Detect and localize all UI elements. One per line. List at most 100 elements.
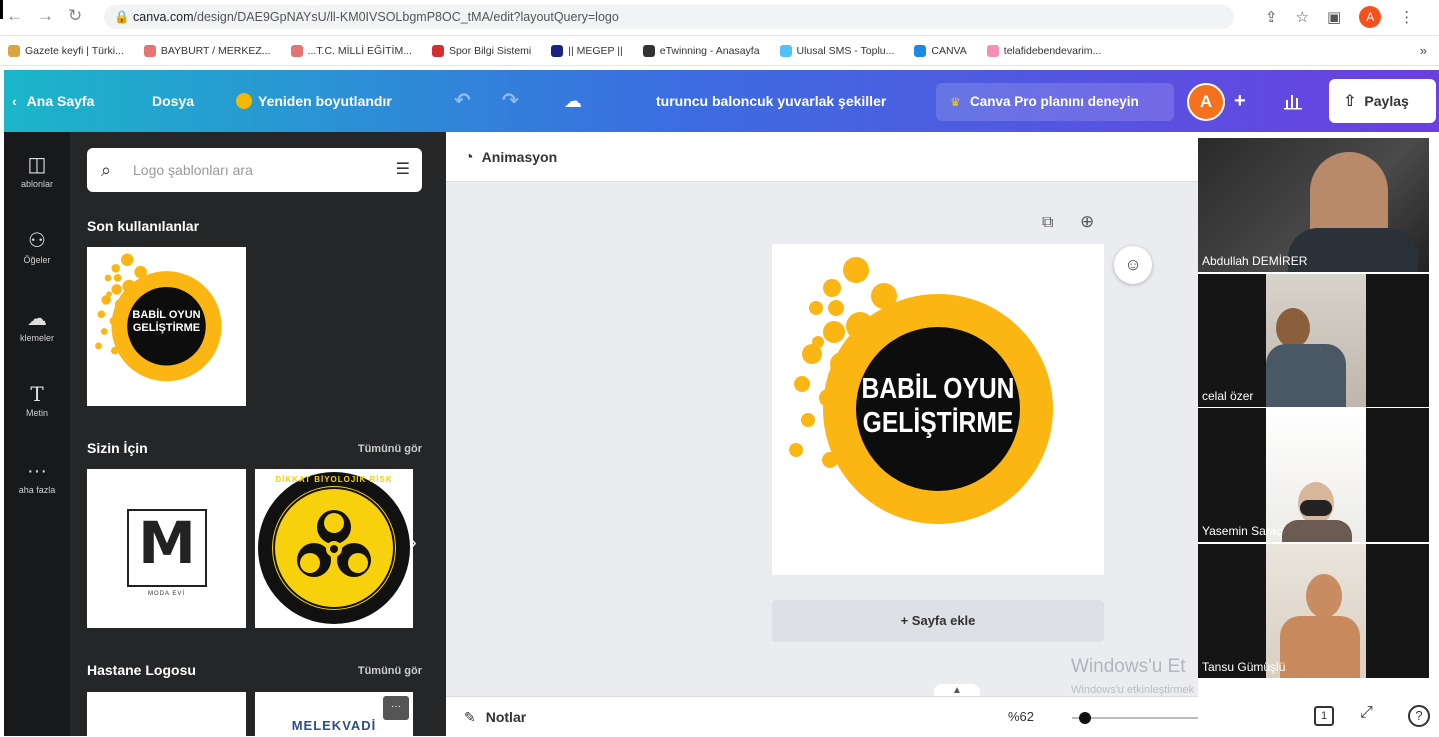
lock-icon: 🔒 bbox=[114, 10, 134, 24]
participant-video-3 bbox=[1266, 408, 1366, 542]
rail-item-more[interactable]: ··· aha fazla bbox=[4, 460, 70, 495]
rail-item-text[interactable]: T Metin bbox=[4, 382, 70, 418]
home-button[interactable]: ‹ Ana Sayfa bbox=[12, 70, 94, 132]
more-options-icon[interactable]: ··· bbox=[383, 696, 409, 720]
bookmark-item[interactable]: ...T.C. MİLLİ EĞİTİM... bbox=[290, 44, 412, 57]
pro-trial-button[interactable]: ♛ Canva Pro planını deneyin bbox=[936, 83, 1174, 121]
zoom-level: %62 bbox=[1008, 709, 1035, 724]
logo-line1: BABİL OYUN bbox=[861, 373, 1015, 405]
template-moda-evi[interactable]: M MODA EVİ bbox=[87, 469, 246, 628]
moda-caption: MODA EVİ bbox=[147, 591, 185, 597]
thumb-logo-line2: GELİŞTİRME bbox=[132, 322, 201, 334]
user-avatar[interactable]: A bbox=[1187, 83, 1225, 121]
profile-avatar[interactable]: A bbox=[1359, 6, 1382, 28]
share-button[interactable]: ⇧ Paylaş bbox=[1329, 79, 1436, 123]
rail-item-templates[interactable]: ◫ ablonlar bbox=[4, 152, 70, 189]
see-all-link-2[interactable]: Tümünü gör bbox=[358, 665, 422, 677]
animation-button[interactable]: ◔ Animasyon bbox=[464, 132, 557, 183]
zoom-slider-track[interactable] bbox=[1072, 712, 1198, 724]
zoom-slider-knob[interactable] bbox=[1078, 712, 1091, 724]
browser-nav: ← → ↻ bbox=[6, 6, 82, 26]
bookmark-item[interactable]: eTwinning - Anasayfa bbox=[642, 44, 760, 57]
bottom-toolbar: ✎ Notlar %62 bbox=[446, 696, 1198, 736]
page-count[interactable]: 1 bbox=[1314, 706, 1334, 726]
rail-item-elements[interactable]: ⚇ Öğeler bbox=[4, 228, 70, 265]
share-page-icon[interactable]: ⇪ bbox=[1265, 8, 1278, 26]
participant-tile-4[interactable]: Tansu Gümüşlü bbox=[1198, 544, 1429, 678]
see-all-link[interactable]: Tümünü gör bbox=[358, 443, 422, 455]
bookmark-item[interactable]: Spor Bilgi Sistemi bbox=[431, 44, 532, 57]
bookmark-item[interactable]: Ulusal SMS - Toplu... bbox=[779, 44, 894, 57]
logo-bubble bbox=[843, 257, 869, 283]
bookmark-label: ...T.C. MİLLİ EĞİTİM... bbox=[307, 44, 412, 57]
logo-bubble bbox=[113, 274, 122, 282]
logo-bubble bbox=[121, 253, 134, 266]
bookmark-label: BAYBURT / MERKEZ... bbox=[160, 44, 271, 57]
moda-letter: M bbox=[138, 509, 196, 577]
document-title[interactable]: turuncu baloncuk yuvarlak şekiller bbox=[656, 70, 886, 132]
help-icon[interactable]: ? bbox=[1408, 705, 1430, 727]
logo-text[interactable]: BABİL OYUN GELİŞTİRME bbox=[797, 372, 1079, 440]
filter-sliders-icon[interactable]: ☰ bbox=[396, 148, 410, 192]
bookmark-item[interactable]: CANVA bbox=[914, 44, 967, 57]
add-page-button[interactable]: + Sayfa ekle bbox=[772, 600, 1104, 642]
forward-icon[interactable]: → bbox=[37, 6, 54, 26]
bookmark-favicon-icon bbox=[779, 44, 792, 57]
rail-item-uploads[interactable]: ☁ klemeler bbox=[4, 306, 70, 343]
comment-add-icon[interactable]: ☺ bbox=[1114, 246, 1152, 284]
editor-workspace: ◔ Animasyon ⧉ ⊕ BABİL OYUN GELİŞTİRME ☺ +… bbox=[446, 132, 1288, 736]
bookmark-label: Spor Bilgi Sistemi bbox=[448, 44, 532, 57]
logo-bubble bbox=[812, 336, 824, 348]
template-hospital-2[interactable]: MELEKVADİ ··· bbox=[255, 692, 413, 736]
browser-actions: ⇪ ☆ ▣ A ⋮ bbox=[1265, 6, 1414, 28]
participant-video-4 bbox=[1266, 544, 1366, 678]
template-biohazard[interactable]: DİKKAT BİYOLOJİK RİSK bbox=[255, 469, 413, 628]
resize-button[interactable]: Yeniden boyutlandır bbox=[236, 70, 392, 132]
participant-name-3: Yasemin Saraç bbox=[1202, 524, 1283, 538]
bookmark-favicon-icon bbox=[986, 44, 999, 57]
search-input[interactable]: ⌕ Logo şablonları ara ☰ bbox=[87, 148, 422, 192]
participant-shoulders-1 bbox=[1288, 228, 1418, 272]
cloud-saved-icon[interactable]: ☁ bbox=[564, 70, 582, 132]
undo-icon[interactable]: ↶ bbox=[454, 70, 471, 132]
participant-tile-3[interactable]: Yasemin Saraç bbox=[1198, 408, 1429, 542]
file-menu-button[interactable]: Dosya bbox=[152, 70, 194, 132]
fullscreen-icon[interactable]: ⤢ bbox=[1360, 704, 1373, 722]
menu-dots-icon[interactable]: ⋮ bbox=[1399, 8, 1414, 26]
biohazard-icon bbox=[258, 472, 410, 624]
templates-panel: ⌕ Logo şablonları ara ☰ Son kullanılanla… bbox=[70, 132, 446, 736]
participant-tile-1[interactable]: Abdullah DEMİRER bbox=[1198, 138, 1429, 272]
view-controls: 1 ⤢ ? bbox=[1198, 696, 1439, 736]
design-page[interactable]: BABİL OYUN GELİŞTİRME bbox=[772, 244, 1104, 575]
chevron-right-icon[interactable]: › bbox=[410, 532, 417, 555]
add-member-icon[interactable]: + bbox=[1234, 70, 1246, 132]
side-panel-icon[interactable]: ▣ bbox=[1327, 8, 1341, 26]
back-icon[interactable]: ← bbox=[6, 6, 23, 26]
more-icon: ··· bbox=[27, 460, 47, 482]
bookmarks-overflow-icon[interactable]: » bbox=[1420, 43, 1427, 58]
logo-bubble bbox=[104, 274, 112, 282]
duplicate-page-icon[interactable]: ⧉ bbox=[1042, 214, 1053, 232]
bookmark-favicon-icon bbox=[914, 44, 927, 57]
bookmark-item[interactable]: telafidebendevarim... bbox=[986, 44, 1101, 57]
participant-name-4: Tansu Gümüşlü bbox=[1202, 660, 1286, 674]
participant-tile-2[interactable]: celal özer bbox=[1198, 274, 1429, 407]
logo-bubble bbox=[823, 321, 845, 343]
recent-design-thumbnail[interactable]: BABİL OYUN GELİŞTİRME bbox=[87, 247, 246, 406]
insights-chart-icon[interactable] bbox=[1284, 70, 1302, 132]
add-page-small-icon[interactable]: ⊕ bbox=[1080, 212, 1094, 232]
bookmark-favicon-icon bbox=[8, 44, 20, 57]
redo-icon[interactable]: ↷ bbox=[502, 70, 519, 132]
logo-bubble bbox=[828, 300, 844, 316]
bookmark-item[interactable]: BAYBURT / MERKEZ... bbox=[143, 44, 271, 57]
animation-toolbar: ◔ Animasyon bbox=[446, 132, 1198, 182]
reload-icon[interactable]: ↻ bbox=[68, 6, 82, 26]
bookmark-star-icon[interactable]: ☆ bbox=[1296, 8, 1309, 26]
bookmark-item[interactable]: Gazete keyfi | Türki... bbox=[8, 44, 124, 57]
notes-button[interactable]: ✎ Notlar bbox=[464, 697, 526, 737]
resize-crown-icon bbox=[236, 92, 252, 109]
address-bar[interactable]: 🔒 canva.com/design/DAE9GpNAYsU/ll-KM0IVS… bbox=[104, 5, 1234, 29]
template-hospital-1[interactable] bbox=[87, 692, 246, 736]
bookmark-label: eTwinning - Anasayfa bbox=[659, 44, 760, 57]
bookmark-item[interactable]: || MEGEP || bbox=[551, 44, 623, 57]
